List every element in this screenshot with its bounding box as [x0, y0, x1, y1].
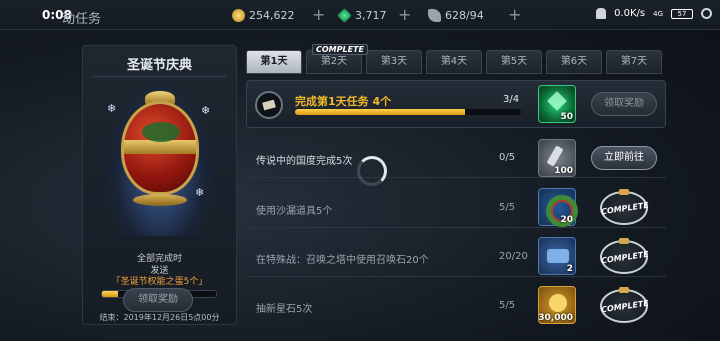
wreath-icon[interactable]: 20 [538, 188, 578, 227]
event-progress-fill [102, 291, 119, 297]
event-title: 圣诞节庆典 [126, 58, 192, 73]
summary-count: 3/4 [503, 94, 520, 105]
complete-stamp-icon: COMPLETE [600, 189, 649, 225]
tab-day-4[interactable]: 第4天 [426, 50, 482, 74]
complete-stamp-icon: COMPLETE [600, 287, 649, 323]
task-count: 0/5 [499, 152, 516, 163]
feather-icon [428, 9, 441, 22]
gold-resource: 254,622 [232, 9, 295, 22]
snowflake-icon: ❄ [195, 186, 205, 199]
complete-stamp-text: COMPLETE [600, 249, 650, 266]
gold-pile-icon[interactable]: 30,000 [538, 286, 576, 324]
complete-stamp-text: COMPLETE [600, 298, 650, 315]
tab-day-5[interactable]: 第5天 [486, 50, 542, 74]
reward-qty: 50 [560, 112, 573, 122]
reward-qty: 100 [554, 166, 573, 176]
loading-spinner-icon [357, 156, 387, 186]
stamina-value: 628/94 [445, 9, 484, 22]
complete-stamp-icon: COMPLETE [600, 238, 649, 274]
gear-icon[interactable] [701, 8, 712, 19]
summary-progress-fill [295, 109, 465, 115]
system-status: 0.0K/s 4G 57 [596, 8, 712, 19]
add-stamina-button[interactable]: + [508, 5, 521, 24]
task-count: 5/5 [499, 300, 516, 311]
gem-value: 3,717 [355, 9, 387, 22]
event-panel: 圣诞节庆典 ❄ ❄ ❄ 全部完成时 发送 「圣诞节权能之蛋5个」 1/7 结束：… [82, 45, 237, 325]
reward-name: 「圣诞节权能之蛋5个」 [111, 277, 208, 287]
reward-qty: 2 [566, 264, 573, 274]
snowflake-icon: ❄ [201, 104, 211, 117]
complete-stamp-text: COMPLETE [600, 200, 650, 217]
battery-icon: 57 [671, 8, 693, 19]
task-title: 使用沙漏道具5个 [256, 206, 333, 217]
gold-value: 254,622 [249, 9, 295, 22]
event-end-time: 结束：2019年12月26日5点00分 [99, 313, 220, 322]
divider [93, 76, 226, 77]
task-row: 抽新星石5次 5/5 30,000 COMPLETE [246, 286, 666, 326]
day-tabs: 第1天 第2天 第3天 第4天 第5天 第6天 第7天 COMPLETE [246, 44, 666, 74]
tab-day-7[interactable]: 第7天 [606, 50, 662, 74]
task-count: 5/5 [499, 202, 516, 213]
summary-claim-button[interactable]: 领取奖励 [591, 92, 657, 116]
summary-progress-bar [295, 109, 521, 115]
go-now-button[interactable]: 立即前往 [591, 146, 657, 170]
summary-title: 完成第1天任务 4个 [295, 95, 392, 108]
key-icon[interactable]: 100 [538, 139, 576, 177]
tab-day-1[interactable]: 第1天 [246, 50, 302, 74]
scroll-icon [255, 91, 283, 119]
christmas-egg-icon [121, 101, 199, 195]
task-row: 传说中的国度完成5次 0/5 100 立即前往 [246, 138, 666, 178]
tab-day-3[interactable]: 第3天 [366, 50, 422, 74]
signal-label: 4G [653, 9, 663, 18]
snowflake-icon: ❄ [107, 102, 117, 115]
bell-icon[interactable] [596, 8, 607, 19]
net-speed: 0.0K/s [614, 8, 646, 19]
tab-complete-badge: COMPLETE [312, 44, 368, 55]
reward-qty: 20 [560, 215, 573, 225]
stamina-resource: 628/94 [428, 9, 484, 22]
page-title[interactable]: 动任务 [62, 8, 101, 27]
task-row: 使用沙漏道具5个 5/5 20 COMPLETE [246, 188, 666, 228]
task-title: 在特殊战：召唤之塔中使用召唤石20个 [256, 255, 429, 266]
green-gem-icon[interactable]: 50 [538, 85, 576, 123]
add-gold-button[interactable]: + [312, 5, 325, 24]
task-title: 传说中的国度完成5次 [256, 156, 353, 167]
daily-summary: 完成第1天任务 4个 3/4 50 领取奖励 [246, 80, 666, 128]
gold-coin-icon [232, 9, 245, 22]
chest-icon[interactable]: 2 [538, 237, 576, 275]
green-gem-icon [337, 8, 352, 23]
tab-day-6[interactable]: 第6天 [546, 50, 602, 74]
task-row: 在特殊战：召唤之塔中使用召唤石20个 20/20 2 COMPLETE [246, 237, 666, 277]
gem-resource: 3,717 [337, 8, 387, 23]
egg-base [133, 194, 187, 206]
top-bar: 0:08 动任务 254,622 + 3,717 + 628/94 + 0.0K… [0, 0, 720, 30]
add-gem-button[interactable]: + [398, 5, 411, 24]
event-claim-button[interactable]: 领取奖励 [123, 288, 193, 312]
task-count: 20/20 [499, 251, 528, 262]
task-title: 抽新星石5次 [256, 304, 313, 315]
reward-qty: 30,000 [538, 313, 573, 323]
